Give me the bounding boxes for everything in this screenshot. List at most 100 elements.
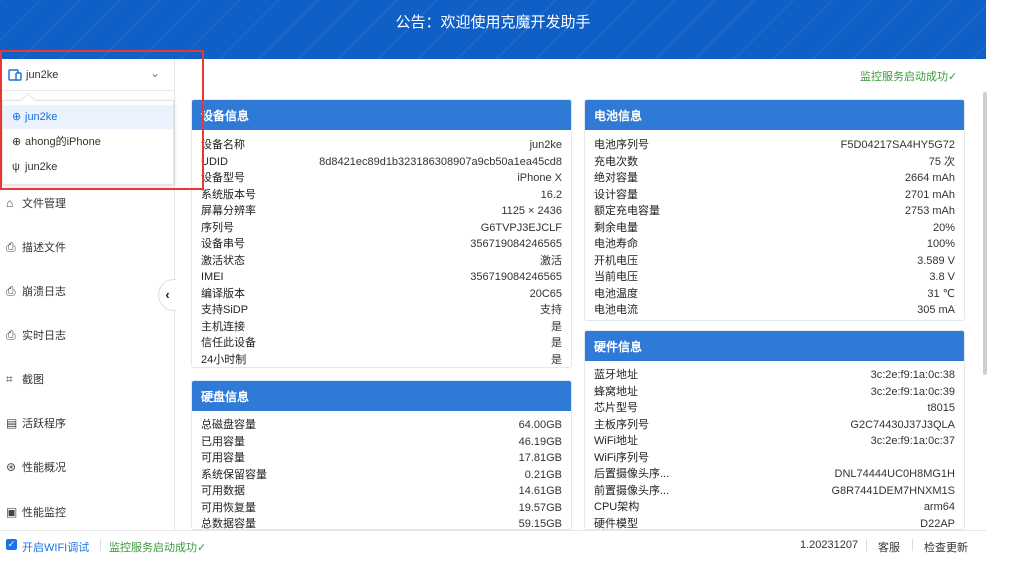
info-label: IMEI <box>201 271 224 283</box>
sidebar-item[interactable]: ⎙ 描述文件 <box>6 239 66 255</box>
info-label: 设备名称 <box>201 139 245 151</box>
info-value: 2753 mAh <box>904 205 955 217</box>
chevron-down-icon[interactable]: ⌄ <box>150 66 160 80</box>
status-bar: ✓ 开启WIFI调试 监控服务启动成功✓ 1.20231207 客服 检查更新 <box>0 530 986 558</box>
sidebar-item-label: 截图 <box>22 374 44 386</box>
info-row: 额定充电容量 2753 mAh <box>594 203 955 219</box>
device-option-label: jun2ke <box>25 111 58 123</box>
info-row: 开机电压 3.589 V <box>594 253 955 269</box>
scrollbar-thumb[interactable] <box>983 92 987 375</box>
info-row: 设备名称 jun2ke <box>201 137 562 153</box>
info-value: 17.81GB <box>518 452 562 464</box>
info-label: 额定充电容量 <box>594 205 660 217</box>
sidebar-item[interactable]: ⌂ 文件管理 <box>6 195 66 211</box>
info-label: 屏幕分辨率 <box>201 205 256 217</box>
info-row: 设备型号 iPhone X <box>201 170 562 186</box>
device-option[interactable]: ψ jun2ke <box>3 155 173 179</box>
info-label: 信任此设备 <box>201 337 256 349</box>
sidebar-item[interactable]: ▣ 性能监控 <box>6 504 66 520</box>
info-value: D22AP <box>920 517 955 530</box>
info-row: 电池温度 31 ℃ <box>594 286 955 302</box>
divider <box>100 539 101 551</box>
sidebar-item-label: 活跃程序 <box>22 418 66 430</box>
info-label: 可用数据 <box>201 485 245 497</box>
info-label: UDID <box>201 155 228 168</box>
info-label: 蓝牙地址 <box>594 369 638 381</box>
info-label: 硬件模型 <box>594 517 638 530</box>
info-label: 总磁盘容量 <box>201 419 256 431</box>
info-row: 电池序列号 F5D04217SA4HY5G72 <box>594 137 955 153</box>
info-row: 已用容量 46.19GB <box>201 434 562 450</box>
scrollbar-track[interactable] <box>986 0 1019 566</box>
wifi-debug-checkbox[interactable]: ✓ <box>6 539 17 550</box>
device-option[interactable]: ⊕ ahong的iPhone <box>3 130 173 154</box>
performance-icon: ⊛ <box>6 460 17 474</box>
info-label: 主机连接 <box>201 320 245 333</box>
info-row: 系统保留容量 0.21GB <box>201 467 562 483</box>
info-row: 主板序列号 G2C74430J37J3QLA <box>594 417 955 433</box>
device-dropdown: ⊕ jun2ke ⊕ ahong的iPhone ψ jun2ke <box>2 92 174 185</box>
sidebar-item[interactable]: ⎙ 崩溃日志 <box>6 283 66 299</box>
info-row: 蓝牙地址 3c:2e:f9:1a:0c:38 <box>594 367 955 383</box>
app-list-icon: ▤ <box>6 416 18 430</box>
info-value: t8015 <box>927 402 955 414</box>
hardware-info-card: 硬件信息 蓝牙地址 3c:2e:f9:1a:0c:38 蜂窝地址 3c:2e:f9:1a… <box>584 330 965 530</box>
info-label: 设备串号 <box>201 238 245 250</box>
device-icon <box>8 69 22 84</box>
crash-log-icon: ⎙ <box>6 284 16 298</box>
info-value: G8R7441DEM7HNXM1S <box>831 484 956 497</box>
info-value: 64.00GB <box>518 419 562 431</box>
wifi-debug-label[interactable]: 开启WIFI调试 <box>22 539 89 555</box>
info-row: 前置摄像头序... G8R7441DEM7HNXM1S <box>594 483 955 499</box>
folder-icon: ⌂ <box>6 196 14 210</box>
info-label: 序列号 <box>201 221 234 234</box>
info-label: WiFi地址 <box>594 435 638 447</box>
info-value: 46.19GB <box>518 435 562 448</box>
info-label: 电池寿命 <box>594 238 638 250</box>
info-value: 是 <box>551 320 562 333</box>
info-row: 设备串号 356719084246565 <box>201 236 562 252</box>
sidebar-item[interactable]: ▤ 活跃程序 <box>6 415 66 431</box>
info-value: jun2ke <box>529 139 562 151</box>
info-label: 电池电流 <box>594 304 638 316</box>
info-row: UDID 8d8421ec89d1b323186308907a9cb50a1ea4… <box>201 154 562 170</box>
sidebar-item[interactable]: ⊛ 性能概况 <box>6 459 66 475</box>
divider <box>912 539 913 551</box>
info-row: CPU架构 arm64 <box>594 499 955 515</box>
info-label: 编译版本 <box>201 287 245 300</box>
card-title: 硬件信息 <box>585 331 964 361</box>
info-value: arm64 <box>923 501 955 513</box>
info-value: 2701 mAh <box>904 188 955 201</box>
info-row: 充电次数 75 次 <box>594 154 955 170</box>
info-label: 当前电压 <box>594 271 638 283</box>
info-row: 系统版本号 16.2 <box>201 187 562 203</box>
sidebar-item[interactable]: ⌗ 截图 <box>6 371 44 387</box>
info-value: 支持 <box>540 304 562 316</box>
info-row: WiFi序列号 <box>594 450 955 466</box>
customer-service-link[interactable]: 客服 <box>878 539 900 555</box>
info-value: G2C74430J37J3QLA <box>850 418 955 431</box>
sidebar-item[interactable]: ⎙ 实时日志 <box>6 327 66 343</box>
device-selector[interactable]: jun2ke ⌄ <box>0 59 175 91</box>
info-label: 支持SiDP <box>201 304 249 316</box>
sidebar-item-label: 性能概况 <box>22 462 66 474</box>
info-row: 24小时制 是 <box>201 352 562 368</box>
info-row: 总磁盘容量 64.00GB <box>201 417 562 433</box>
info-row: 电池电流 305 mA <box>594 302 955 318</box>
info-row: 可用容量 17.81GB <box>201 450 562 466</box>
info-value: 3.589 V <box>917 254 955 267</box>
sidebar-item-label: 崩溃日志 <box>22 286 66 298</box>
info-value: G6TVPJ3EJCLF <box>480 221 562 234</box>
check-update-link[interactable]: 检查更新 <box>924 539 968 555</box>
device-option-label: jun2ke <box>25 161 58 173</box>
info-row: 绝对容量 2664 mAh <box>594 170 955 186</box>
info-label: 电池温度 <box>594 287 638 300</box>
info-value: 3c:2e:f9:1a:0c:37 <box>870 435 955 447</box>
info-label: 后置摄像头序... <box>594 468 670 480</box>
info-label: 系统保留容量 <box>201 468 267 481</box>
sidebar-item-label: 性能监控 <box>22 507 66 519</box>
device-option[interactable]: ⊕ jun2ke <box>3 105 173 129</box>
disk-info-card: 硬盘信息 总磁盘容量 64.00GB 已用容量 46.19GB 可用容量 17.81GB 系统… <box>191 380 572 530</box>
announcement-banner: 公告：欢迎使用克魔开发助手 <box>0 0 986 59</box>
info-row: 总数据容量 59.15GB <box>201 516 562 529</box>
